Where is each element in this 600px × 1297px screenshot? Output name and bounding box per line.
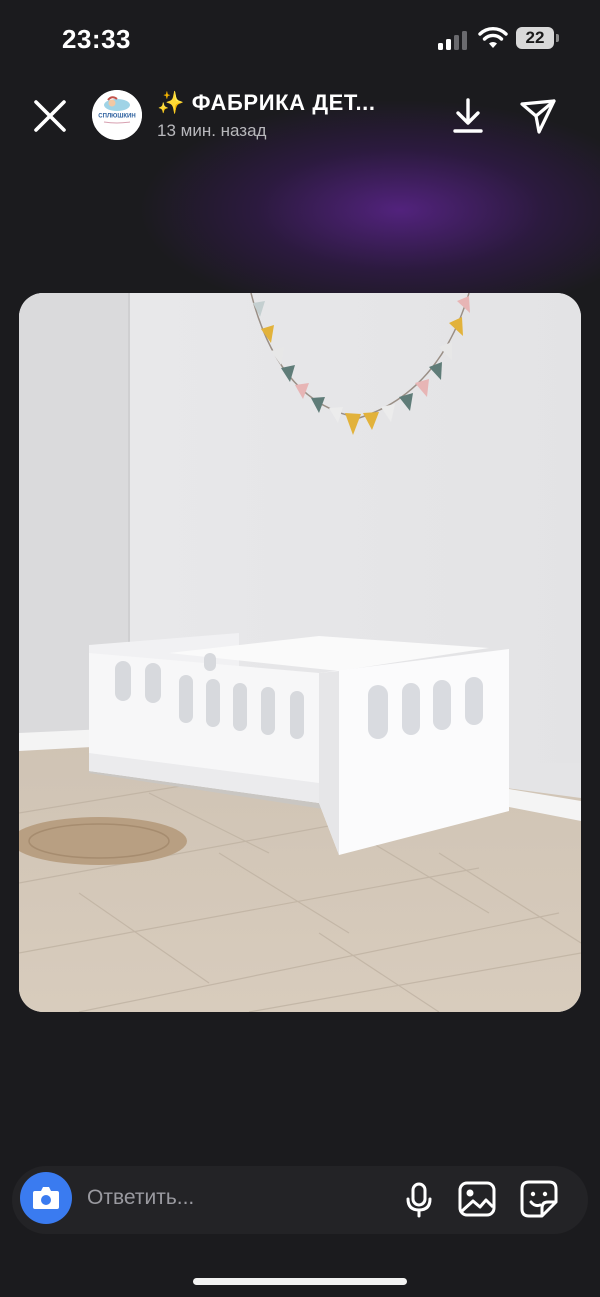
avatar-logo: СПЛЮШКИН xyxy=(92,90,142,140)
post-time: 13 мин. назад xyxy=(157,121,267,140)
camera-button[interactable] xyxy=(20,1172,72,1224)
wifi-icon xyxy=(478,27,508,48)
avatar[interactable]: СПЛЮШКИН xyxy=(92,90,142,140)
battery-level: 22 xyxy=(525,28,545,47)
microphone-icon[interactable] xyxy=(404,1182,434,1218)
camera-icon xyxy=(33,1187,59,1209)
sticker-icon[interactable] xyxy=(520,1180,558,1218)
signal-icon xyxy=(438,31,467,50)
status-time: 23:33 xyxy=(62,24,131,54)
reply-input[interactable]: Ответить... xyxy=(87,1186,194,1210)
close-icon[interactable] xyxy=(30,96,70,136)
account-name[interactable]: ✨ ФАБРИКА ДЕТ... xyxy=(157,90,376,116)
status-bar: 23:33 22 xyxy=(0,0,600,80)
avatar-text: СПЛЮШКИН xyxy=(98,114,135,120)
story-image[interactable] xyxy=(19,293,581,1012)
story-photo xyxy=(19,293,581,1012)
share-icon[interactable] xyxy=(518,96,558,136)
gallery-icon[interactable] xyxy=(458,1181,496,1217)
battery-icon: 22 xyxy=(516,27,560,51)
download-icon[interactable] xyxy=(450,96,486,136)
home-indicator[interactable] xyxy=(193,1278,407,1285)
